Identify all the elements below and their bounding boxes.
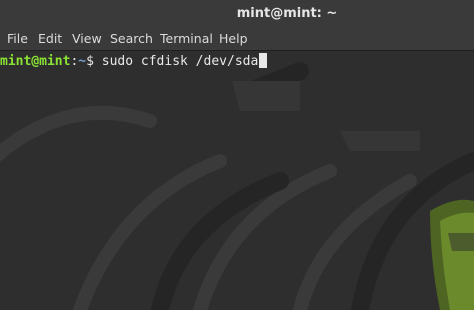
window-title: mint@mint: ~	[236, 6, 338, 21]
menu-help[interactable]: Help	[217, 31, 250, 46]
menu-bar: File Edit View Search Terminal Help	[0, 28, 474, 51]
prompt-symbol: $	[86, 54, 102, 69]
menu-file[interactable]: File	[5, 31, 30, 46]
mint-wallpaper	[0, 62, 474, 310]
menu-search[interactable]: Search	[108, 31, 155, 46]
terminal-area[interactable]: mint@mint:~$ sudo cfdisk /dev/sda	[0, 51, 474, 310]
menu-edit[interactable]: Edit	[36, 31, 64, 46]
command-text: sudo cfdisk /dev/sda	[101, 54, 259, 69]
window-titlebar[interactable]: mint@mint: ~	[0, 0, 474, 28]
text-cursor	[259, 53, 268, 68]
mint-logo-icon	[430, 199, 474, 310]
prompt-user-host: mint@mint	[0, 54, 71, 69]
command-line: mint@mint:~$ sudo cfdisk /dev/sda	[0, 53, 268, 69]
prompt-path: ~	[78, 54, 87, 69]
menu-terminal[interactable]: Terminal	[158, 31, 215, 46]
menu-view[interactable]: View	[70, 31, 104, 46]
